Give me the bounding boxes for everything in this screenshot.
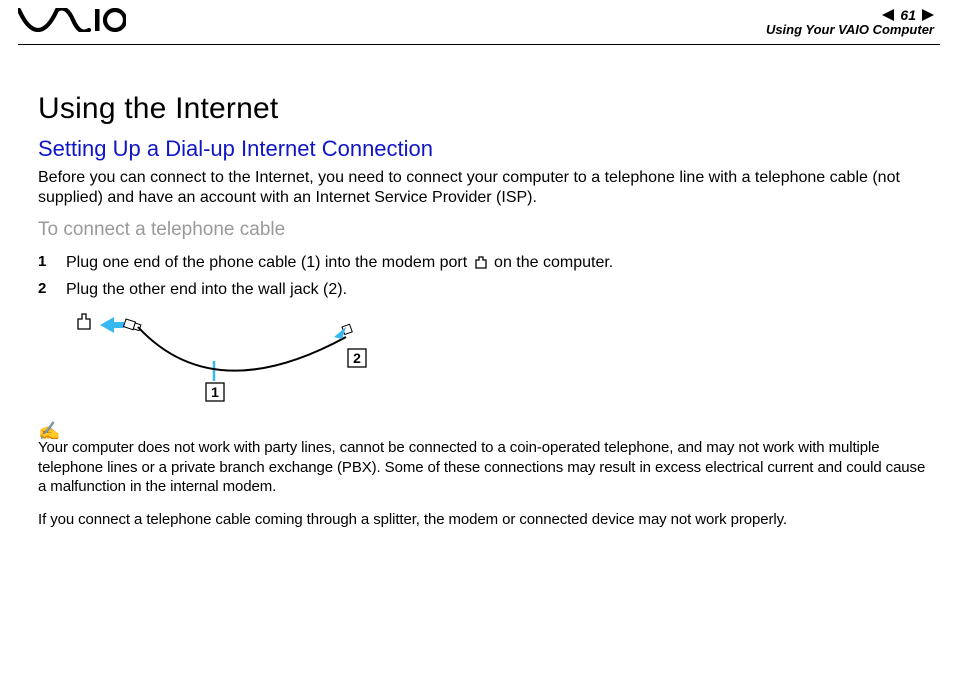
section-title: Setting Up a Dial-up Internet Connection <box>38 136 928 162</box>
page-header: 61 Using Your VAIO Computer <box>0 8 954 42</box>
note-text-2: If you connect a telephone cable coming … <box>38 510 928 529</box>
steps-list: Plug one end of the phone cable (1) into… <box>38 251 928 301</box>
cable-diagram: 1 2 <box>50 313 928 414</box>
note-block: ✍ Your computer does not work with party… <box>38 422 928 529</box>
step-1: Plug one end of the phone cable (1) into… <box>38 251 928 276</box>
header-rule <box>18 44 940 45</box>
nav-prev-icon[interactable] <box>882 9 894 21</box>
nav-next-icon[interactable] <box>922 9 934 21</box>
page-number: 61 <box>898 8 918 22</box>
page-title: Using the Internet <box>38 92 928 126</box>
page-nav: 61 Using Your VAIO Computer <box>766 8 934 37</box>
diagram-label-1: 1 <box>211 384 219 400</box>
vaio-logo <box>18 8 126 37</box>
step-1-text-b: on the computer. <box>490 254 614 271</box>
step-2: Plug the other end into the wall jack (2… <box>38 278 928 301</box>
subsection-title: To connect a telephone cable <box>38 219 928 241</box>
modem-port-icon <box>474 253 488 276</box>
diagram-label-2: 2 <box>353 350 361 366</box>
note-text-1: Your computer does not work with party l… <box>38 438 928 496</box>
step-1-text-a: Plug one end of the phone cable (1) into… <box>66 254 472 271</box>
breadcrumb: Using Your VAIO Computer <box>766 22 934 37</box>
intro-paragraph: Before you can connect to the Internet, … <box>38 168 928 209</box>
page-content: Using the Internet Setting Up a Dial-up … <box>38 92 928 543</box>
